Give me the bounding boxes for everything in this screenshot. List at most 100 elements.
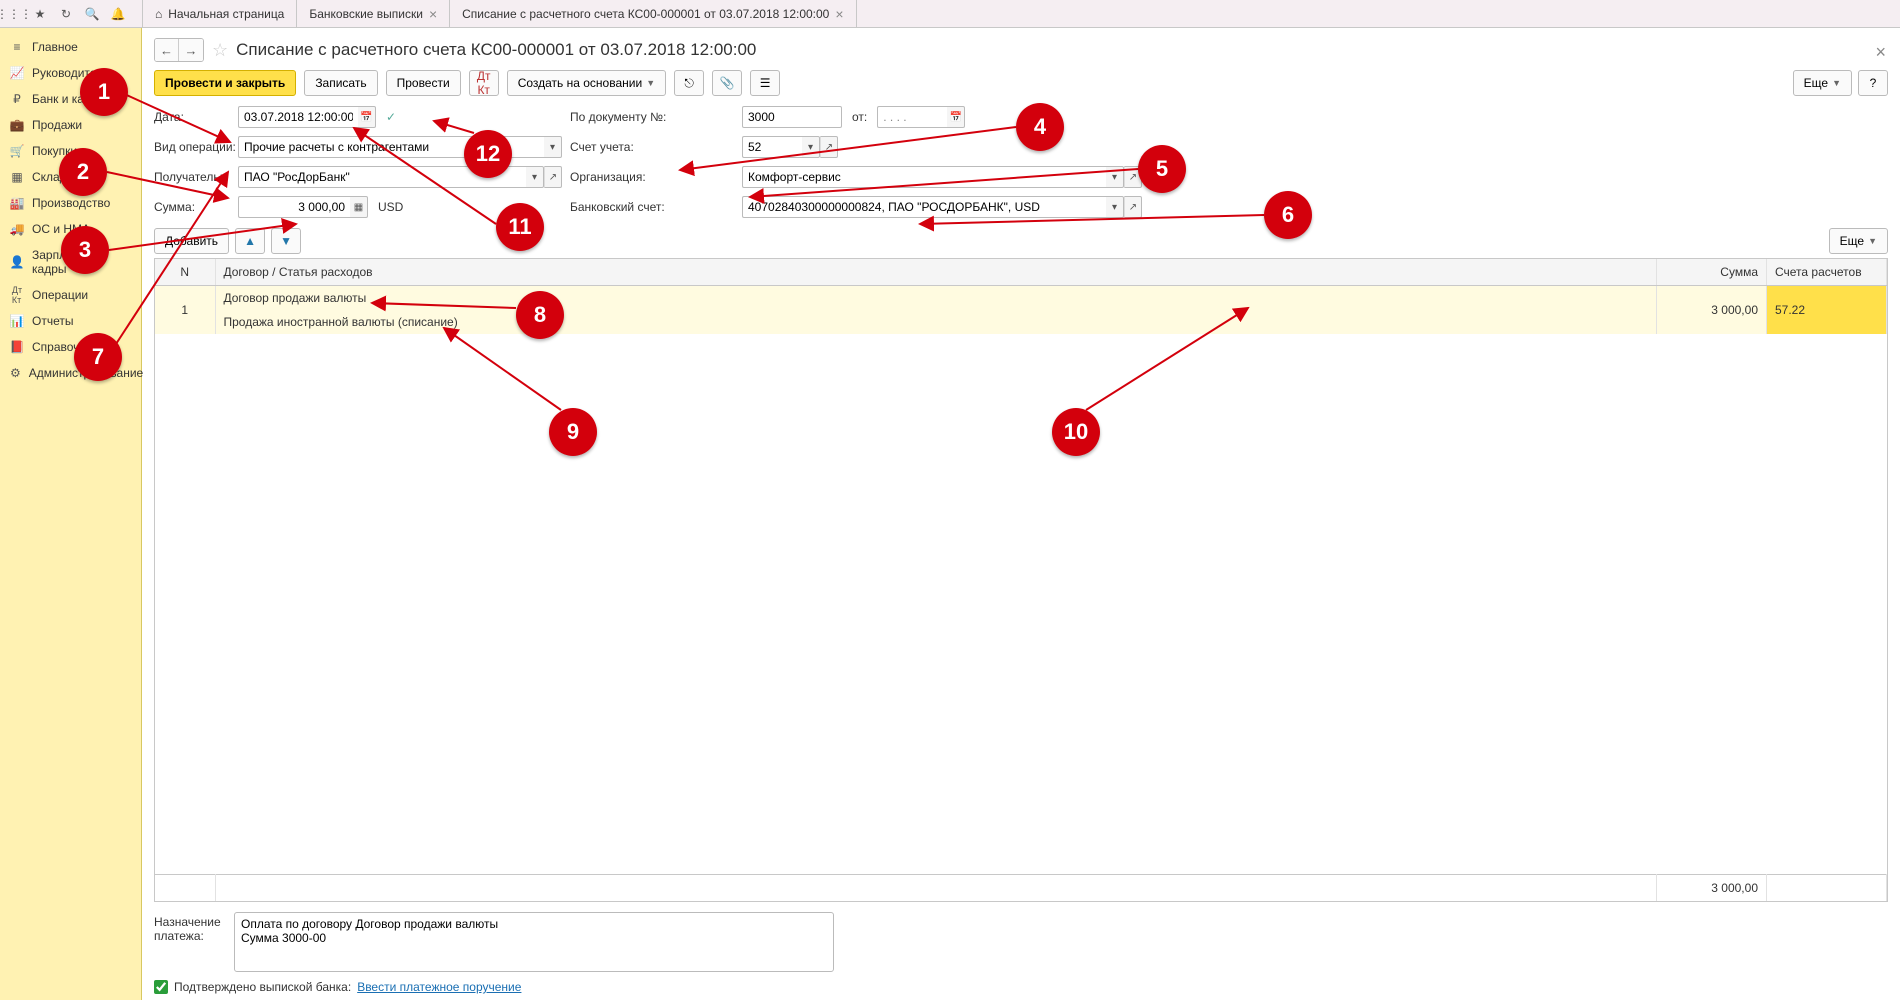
- date-input[interactable]: [238, 106, 358, 128]
- tab-bank[interactable]: Банковские выписки ×: [297, 0, 450, 27]
- main-content: × ← → ☆ Списание с расчетного счета КС00…: [142, 28, 1900, 1000]
- acct-input[interactable]: [742, 136, 802, 158]
- table-row[interactable]: 1 Договор продажи валюты 3 000,00 57.22: [155, 286, 1887, 311]
- calendar-icon[interactable]: 📅: [947, 106, 965, 128]
- save-button[interactable]: Записать: [304, 70, 377, 96]
- move-down-button[interactable]: ▼: [271, 228, 301, 254]
- search-icon[interactable]: 🔍: [84, 6, 100, 22]
- bar-chart-icon: 📊: [10, 314, 24, 328]
- table-footer: 3 000,00: [155, 875, 1887, 902]
- briefcase-icon: 💼: [10, 118, 24, 132]
- cart-icon: 🛒: [10, 144, 24, 158]
- cell-sum[interactable]: 3 000,00: [1657, 286, 1767, 335]
- back-button[interactable]: ←: [155, 39, 179, 61]
- doc-status-icon: ✓: [386, 110, 396, 124]
- op-label: Вид операции:: [154, 140, 230, 154]
- from-label: от:: [852, 110, 867, 124]
- post-button[interactable]: Провести: [386, 70, 461, 96]
- doc-no-input[interactable]: [742, 106, 842, 128]
- dtkt-icon-button[interactable]: ДтКт: [469, 70, 499, 96]
- acct-label: Счет учета:: [570, 140, 734, 154]
- sidebar-item-reports[interactable]: 📊Отчеты: [0, 308, 141, 334]
- sidebar-item-label: Руководителю: [32, 66, 112, 80]
- help-button[interactable]: ?: [1858, 70, 1888, 96]
- calendar-icon[interactable]: 📅: [358, 106, 376, 128]
- history-icon[interactable]: ↻: [58, 6, 74, 22]
- attach-icon-button[interactable]: 📎: [712, 70, 742, 96]
- post-and-close-button[interactable]: Провести и закрыть: [154, 70, 296, 96]
- bank-acct-input[interactable]: [742, 196, 1106, 218]
- sidebar-item-sales[interactable]: 💼Продажи: [0, 112, 141, 138]
- sidebar-item-bank[interactable]: ₽Банк и касса: [0, 86, 141, 112]
- more-button[interactable]: Еще ▼: [1793, 70, 1852, 96]
- open-icon[interactable]: ↗: [820, 136, 838, 158]
- book-icon: 📕: [10, 340, 24, 354]
- tab-home[interactable]: ⌂ Начальная страница: [142, 0, 297, 27]
- sidebar-item-purchases[interactable]: 🛒 Покупки: [0, 138, 141, 164]
- add-row-button[interactable]: Добавить: [154, 228, 229, 254]
- forward-button[interactable]: →: [179, 39, 203, 61]
- org-label: Организация:: [570, 170, 734, 184]
- structure-icon-button[interactable]: ⎋: [674, 70, 704, 96]
- chevron-down-icon[interactable]: ▾: [1106, 196, 1124, 218]
- sidebar-item-admin[interactable]: ⚙ Администрирование: [0, 360, 141, 386]
- factory-icon: 🏭: [10, 196, 24, 210]
- tab-home-label: Начальная страница: [168, 7, 284, 21]
- chevron-down-icon[interactable]: ▾: [1106, 166, 1124, 188]
- button-label: Еще: [1804, 76, 1828, 90]
- confirmed-checkbox[interactable]: [154, 980, 168, 994]
- from-date-input[interactable]: [877, 106, 947, 128]
- gear-icon: ⚙: [10, 366, 21, 380]
- cell-acc[interactable]: 57.22: [1767, 286, 1887, 335]
- chart-up-icon: 📈: [10, 66, 24, 80]
- star-icon[interactable]: ★: [32, 6, 48, 22]
- sidebar-item-production[interactable]: 🏭Производство: [0, 190, 141, 216]
- close-icon[interactable]: ×: [429, 7, 437, 21]
- chevron-down-icon[interactable]: ▾: [802, 136, 820, 158]
- sidebar-item-label: Покупки: [32, 144, 77, 158]
- total-sum: 3 000,00: [1657, 875, 1767, 902]
- list-icon-button[interactable]: ☰: [750, 70, 780, 96]
- enter-payment-link[interactable]: Ввести платежное поручение: [357, 980, 521, 994]
- tab-doc[interactable]: Списание с расчетного счета КС00-000001 …: [450, 0, 856, 27]
- cell-expense[interactable]: Продажа иностранной валюты (списание): [215, 310, 1657, 334]
- col-acc: Счета расчетов: [1767, 259, 1887, 286]
- sidebar-item-manager[interactable]: 📈 Руководителю: [0, 60, 141, 86]
- payee-input[interactable]: [238, 166, 526, 188]
- sidebar-item-operations[interactable]: ДтКтОперации: [0, 282, 141, 308]
- close-doc-icon[interactable]: ×: [1875, 42, 1886, 63]
- close-icon[interactable]: ×: [835, 7, 843, 21]
- sidebar-item-label: Главное: [32, 40, 78, 54]
- purpose-textarea[interactable]: [234, 912, 834, 972]
- cell-contract[interactable]: Договор продажи валюты: [215, 286, 1657, 311]
- person-icon: 👤: [10, 255, 24, 269]
- sum-input[interactable]: [238, 196, 350, 218]
- op-input[interactable]: [238, 136, 544, 158]
- favorite-star-icon[interactable]: ☆: [212, 40, 228, 61]
- open-icon[interactable]: ↗: [1124, 166, 1142, 188]
- tab-bank-label: Банковские выписки: [309, 7, 423, 21]
- sidebar-item-catalogs[interactable]: 📕Справочники: [0, 334, 141, 360]
- sidebar-item-main[interactable]: ≡Главное: [0, 34, 141, 60]
- bell-icon[interactable]: 🔔: [110, 6, 126, 22]
- chevron-down-icon[interactable]: ▾: [544, 136, 562, 158]
- purpose-label: Назначение платежа:: [154, 912, 226, 943]
- sidebar-item-warehouse[interactable]: ▦Склад: [0, 164, 141, 190]
- create-on-basis-button[interactable]: Создать на основании ▼: [507, 70, 666, 96]
- grid-apps-icon[interactable]: ⋮⋮⋮: [6, 6, 22, 22]
- sidebar-item-assets[interactable]: 🚚ОС и НМА: [0, 216, 141, 242]
- table-more-button[interactable]: Еще ▼: [1829, 228, 1888, 254]
- open-icon[interactable]: ↗: [1124, 196, 1142, 218]
- sidebar-item-salary[interactable]: 👤Зарплата и кадры: [0, 242, 141, 282]
- sidebar-item-label: Администрирование: [29, 366, 143, 380]
- move-up-button[interactable]: ▲: [235, 228, 265, 254]
- open-icon[interactable]: ↗: [544, 166, 562, 188]
- sidebar: ≡Главное 📈 Руководителю ₽Банк и касса 💼Пр…: [0, 28, 142, 1000]
- expense-table: N Договор / Статья расходов Сумма Счета …: [154, 258, 1888, 902]
- calc-icon[interactable]: ▦: [350, 196, 368, 218]
- ruble-icon: ₽: [10, 92, 24, 106]
- table-row[interactable]: Продажа иностранной валюты (списание): [155, 310, 1887, 334]
- chevron-down-icon[interactable]: ▾: [526, 166, 544, 188]
- org-input[interactable]: [742, 166, 1106, 188]
- sidebar-item-label: ОС и НМА: [32, 222, 90, 236]
